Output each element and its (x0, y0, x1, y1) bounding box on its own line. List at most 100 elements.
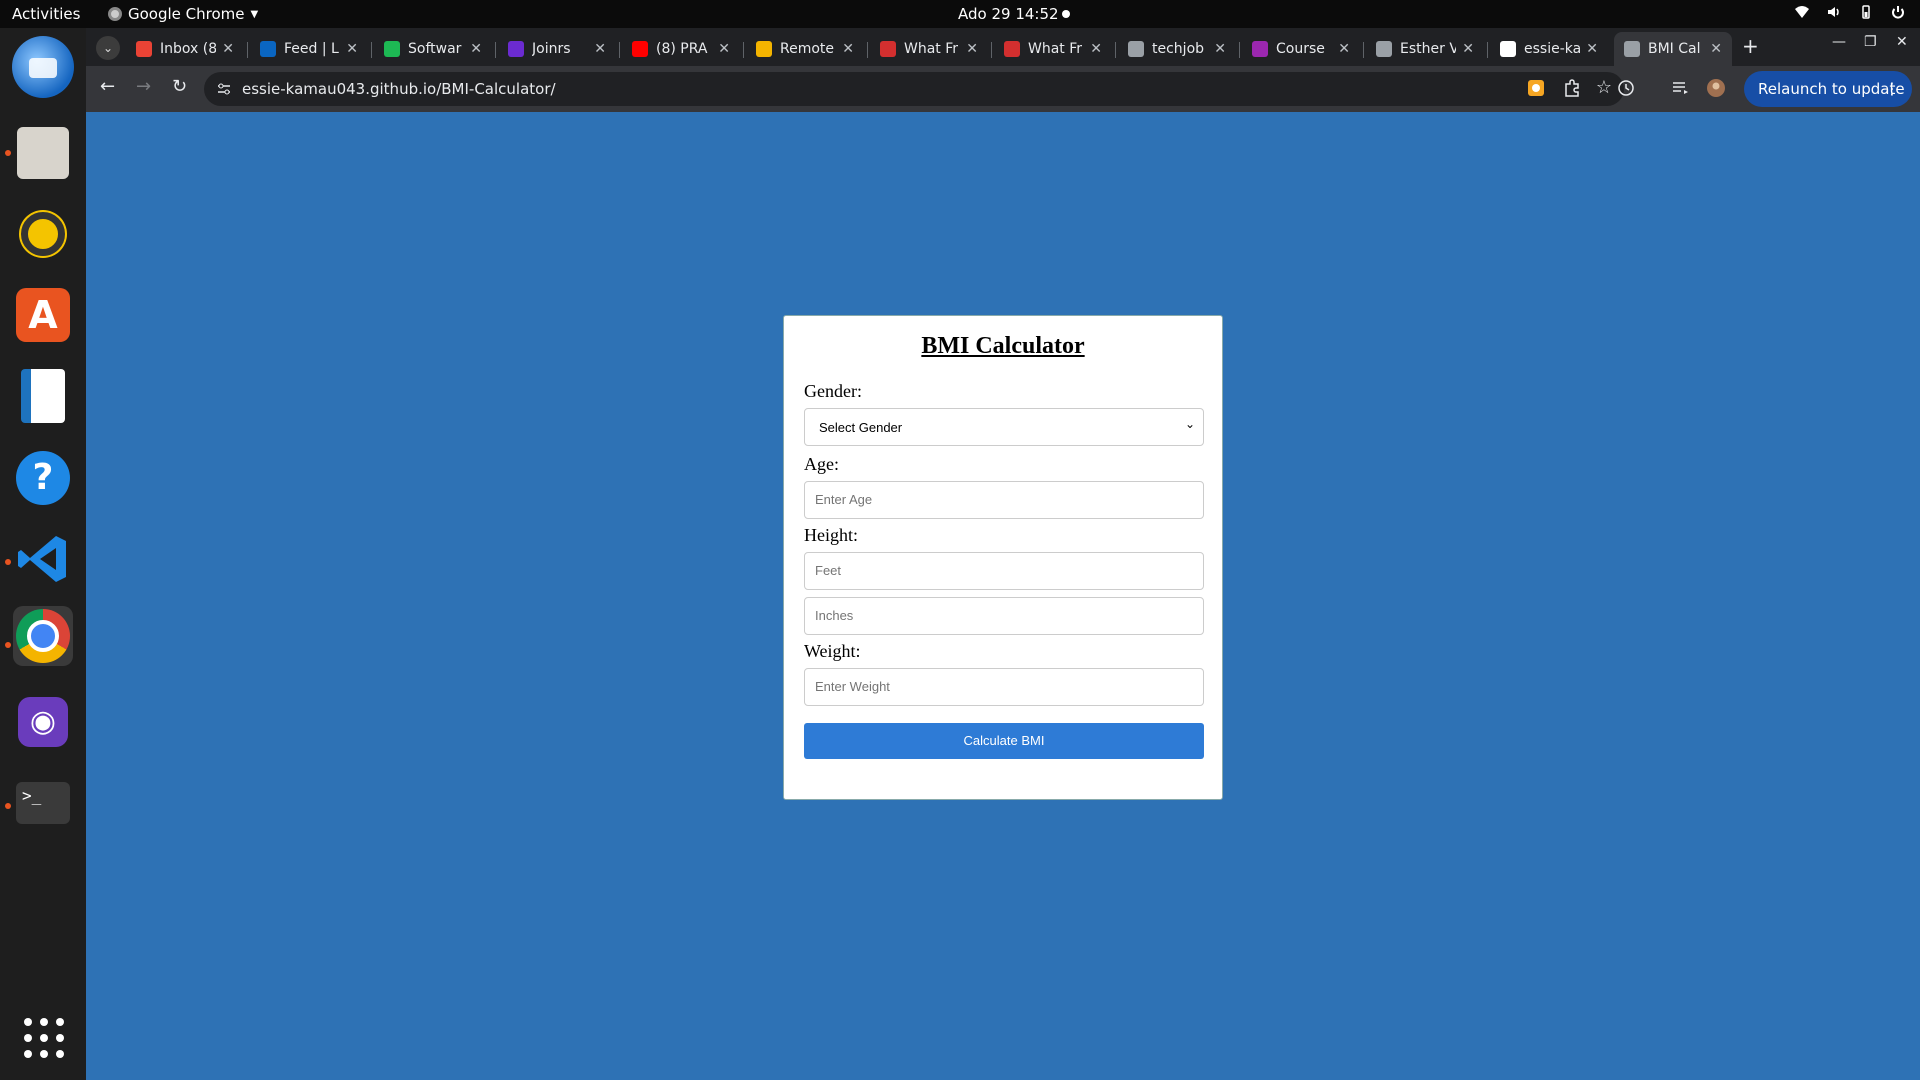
tab-separator (1115, 42, 1116, 58)
page-content: BMI Calculator Gender: Select Gender ⌄ A… (86, 112, 1920, 1080)
history-icon[interactable] (1616, 78, 1636, 98)
running-indicator (5, 150, 11, 156)
tab-close-icon[interactable]: ✕ (470, 41, 482, 57)
extensions-puzzle-icon[interactable] (1562, 78, 1582, 98)
calculate-bmi-button[interactable]: Calculate BMI (804, 723, 1204, 759)
help-app[interactable]: ? (13, 448, 73, 508)
caret-down-icon: ▼ (250, 8, 259, 20)
page-title: BMI Calculator (921, 333, 1085, 359)
chrome-app[interactable] (13, 606, 73, 666)
tab-favicon-icon (880, 41, 896, 57)
browser-tab[interactable]: Inbox (8 ✕ (126, 32, 244, 66)
tab-favicon-icon (1500, 41, 1516, 57)
show-apps-icon[interactable] (24, 1018, 64, 1058)
app-center-app[interactable]: A (13, 285, 73, 345)
browser-tab[interactable]: (8) PRA ✕ (622, 32, 740, 66)
browser-tab[interactable]: What Fr ✕ (994, 32, 1112, 66)
tab-close-icon[interactable]: ✕ (1214, 41, 1226, 57)
browser-tab[interactable]: Softwar ✕ (374, 32, 492, 66)
tab-close-icon[interactable]: ✕ (1338, 41, 1350, 57)
browser-tab[interactable]: Joinrs ✕ (498, 32, 616, 66)
relaunch-label: Relaunch to update (1758, 80, 1905, 98)
bmi-form-card: BMI Calculator Gender: Select Gender ⌄ A… (783, 315, 1223, 800)
back-icon[interactable]: ← (100, 76, 115, 97)
activities-button[interactable]: Activities (12, 5, 80, 23)
tab-label: techjob (1152, 41, 1205, 57)
dock: A ? ◉ >_ (0, 28, 86, 1080)
chrome-menu-icon[interactable]: ⋮ (1884, 79, 1900, 98)
tab-close-icon[interactable]: ✕ (346, 41, 358, 57)
files-icon (17, 127, 69, 179)
height-feet-input[interactable]: Feet (804, 552, 1204, 590)
relaunch-update-button[interactable]: Relaunch to update ⋮ (1744, 71, 1912, 107)
clock[interactable]: Ado 29 14:52 (958, 5, 1059, 23)
weight-label: Weight: (804, 641, 861, 661)
restore-icon[interactable]: ❐ (1864, 34, 1877, 50)
new-tab-button[interactable]: + (1742, 34, 1759, 58)
tab-separator (867, 42, 868, 58)
browser-tab[interactable]: Feed | L ✕ (250, 32, 368, 66)
height-inches-input[interactable]: Inches (804, 597, 1204, 635)
tab-separator (247, 42, 248, 58)
vscode-app[interactable] (13, 529, 73, 589)
browser-tab[interactable]: Remote ✕ (746, 32, 864, 66)
tab-close-icon[interactable]: ✕ (594, 41, 606, 57)
vscode-icon (18, 536, 66, 582)
extension-orange-icon[interactable] (1526, 78, 1546, 98)
terminal-icon: >_ (16, 782, 70, 824)
minimize-icon[interactable]: — (1832, 34, 1846, 50)
tab-close-icon[interactable]: ✕ (1090, 41, 1102, 57)
tab-close-icon[interactable]: ✕ (1586, 41, 1598, 57)
gender-select[interactable]: Select Gender ⌄ (804, 408, 1204, 446)
weight-input[interactable]: Enter Weight (804, 668, 1204, 706)
tab-label: Esther V (1400, 41, 1457, 57)
chevron-down-icon: ⌄ (1184, 417, 1195, 431)
tab-label: Course (1276, 41, 1325, 57)
site-info-icon[interactable] (216, 81, 232, 97)
browser-tab[interactable]: techjob ✕ (1118, 32, 1236, 66)
tab-label: What Fr (904, 41, 959, 57)
tab-close-icon[interactable]: ✕ (1462, 41, 1474, 57)
tab-separator (743, 42, 744, 58)
system-tray[interactable] (1794, 4, 1906, 20)
profile-avatar-icon[interactable] (1706, 78, 1726, 98)
tab-separator (619, 42, 620, 58)
media-controls-icon[interactable] (1670, 78, 1690, 98)
chrome-icon (16, 609, 70, 663)
address-bar[interactable]: essie-kamau043.github.io/BMI-Calculator/… (204, 72, 1624, 106)
tab-favicon-icon (136, 41, 152, 57)
tab-strip: ⌄ Inbox (8 ✕ Feed | L ✕ Softwar ✕ Joinrs ✕ (8) P… (86, 28, 1920, 66)
tab-close-icon[interactable]: ✕ (222, 41, 234, 57)
browser-tab[interactable]: What Fr ✕ (870, 32, 988, 66)
github-desktop-app[interactable]: ◉ (13, 692, 73, 752)
height-label: Height: (804, 525, 858, 545)
rhythmbox-icon (21, 212, 65, 256)
libreoffice-writer-icon (21, 369, 65, 423)
writer-app[interactable] (13, 366, 73, 426)
age-input[interactable]: Enter Age (804, 481, 1204, 519)
tab-close-icon[interactable]: ✕ (842, 41, 854, 57)
tab-label: Feed | L (284, 41, 339, 57)
reload-icon[interactable]: ↻ (172, 76, 187, 97)
browser-tab[interactable]: Esther V ✕ (1366, 32, 1484, 66)
bookmark-star-icon[interactable]: ☆ (1596, 77, 1612, 98)
terminal-app[interactable]: >_ (13, 773, 73, 833)
browser-tab[interactable]: Course ✕ (1242, 32, 1360, 66)
app-menu[interactable]: Google Chrome ▼ (108, 5, 258, 23)
running-indicator (5, 642, 11, 648)
power-icon (1892, 6, 1904, 19)
rhythmbox-app[interactable] (13, 204, 73, 264)
tab-favicon-icon (1376, 41, 1392, 57)
tab-close-icon[interactable]: ✕ (718, 41, 730, 57)
browser-tab[interactable]: essie-ka ✕ (1490, 32, 1608, 66)
tab-close-icon[interactable]: ✕ (1710, 41, 1722, 57)
tab-label: BMI Cal (1648, 41, 1701, 57)
browser-tab[interactable]: BMI Cal ✕ (1614, 32, 1732, 66)
close-window-icon[interactable]: ✕ (1896, 34, 1908, 50)
tab-close-icon[interactable]: ✕ (966, 41, 978, 57)
tab-search-button[interactable]: ⌄ (96, 36, 120, 60)
forward-icon[interactable]: → (136, 76, 151, 97)
files-app[interactable] (13, 123, 73, 183)
thunderbird-icon[interactable] (12, 36, 74, 98)
tab-label: essie-ka (1524, 41, 1581, 57)
